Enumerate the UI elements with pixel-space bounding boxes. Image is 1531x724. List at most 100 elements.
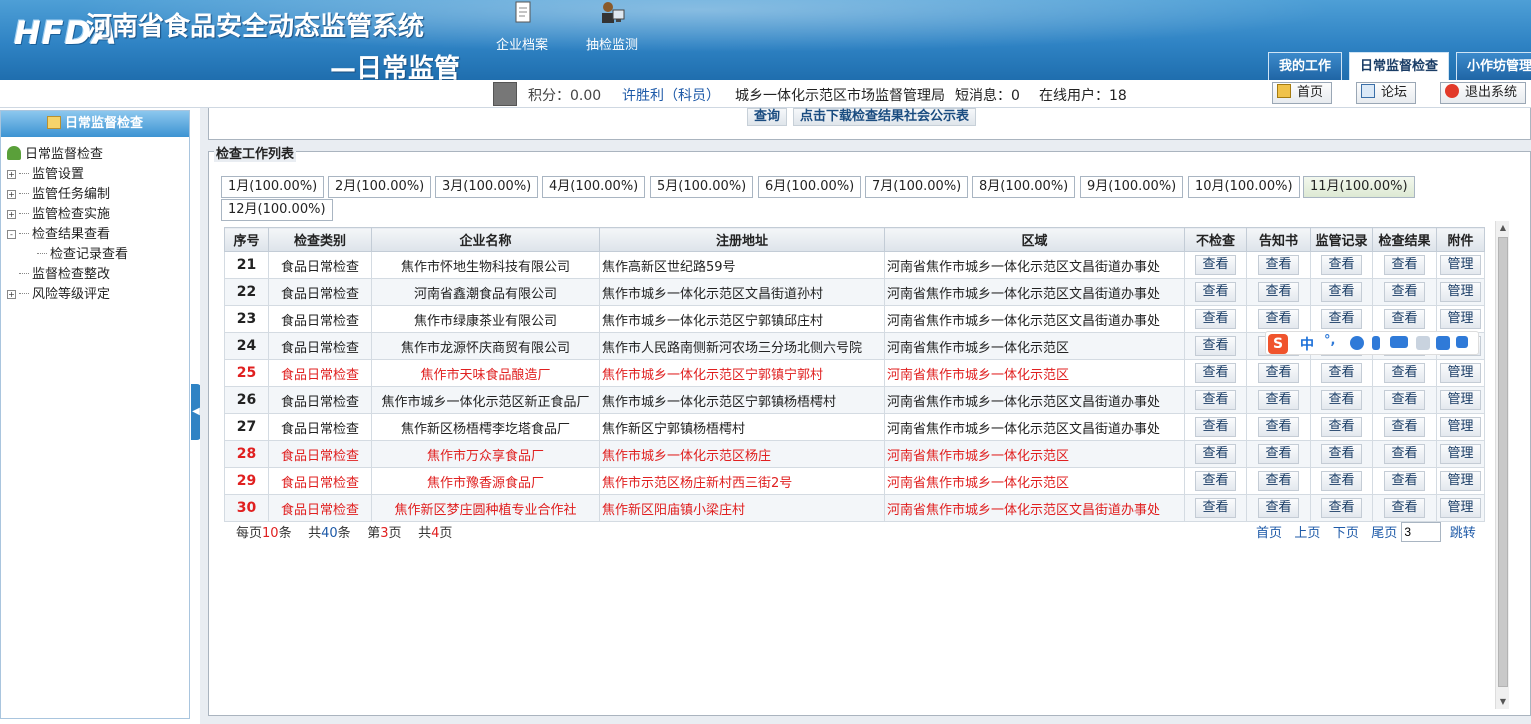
skip-view-button[interactable]: 查看 bbox=[1195, 336, 1236, 356]
ime-toolbar[interactable]: S 中 °, bbox=[1265, 331, 1479, 355]
skip-view-button[interactable]: 查看 bbox=[1195, 282, 1236, 302]
sidebar-item-risk-rating[interactable]: + 风险等级评定 bbox=[7, 285, 189, 305]
skip-view-button[interactable]: 查看 bbox=[1195, 255, 1236, 275]
scroll-up-icon[interactable]: ▲ bbox=[1496, 221, 1510, 235]
notice-view-button[interactable]: 查看 bbox=[1258, 417, 1299, 437]
tab-daily-inspection[interactable]: 日常监督检查 bbox=[1349, 52, 1450, 80]
expand-icon[interactable]: + bbox=[7, 190, 16, 199]
tab-month-11[interactable]: 11月(100.00%) bbox=[1303, 176, 1415, 198]
user-icon[interactable] bbox=[1416, 336, 1430, 350]
notice-view-button[interactable]: 查看 bbox=[1258, 363, 1299, 383]
tab-month-4[interactable]: 4月(100.00%) bbox=[542, 176, 646, 198]
scroll-down-icon[interactable]: ▼ bbox=[1496, 695, 1510, 709]
skip-view-button[interactable]: 查看 bbox=[1195, 390, 1236, 410]
punctuation-icon[interactable]: °, bbox=[1324, 334, 1338, 350]
next-page-link[interactable]: 下页 bbox=[1333, 526, 1359, 541]
tab-month-12[interactable]: 12月(100.00%) bbox=[221, 199, 333, 221]
tab-month-5[interactable]: 5月(100.00%) bbox=[650, 176, 754, 198]
tab-small-workshop[interactable]: 小作坊管理 bbox=[1456, 52, 1531, 80]
sidebar-item-supervision-settings[interactable]: + 监管设置 bbox=[7, 165, 189, 185]
tab-month-8[interactable]: 8月(100.00%) bbox=[972, 176, 1076, 198]
sidebar-item-inspection-implementation[interactable]: + 监管检查实施 bbox=[7, 205, 189, 225]
first-page-link[interactable]: 首页 bbox=[1256, 526, 1282, 541]
attachment-manage-button[interactable]: 管理 bbox=[1440, 417, 1481, 437]
goto-page-link[interactable]: 跳转 bbox=[1450, 526, 1476, 541]
tab-month-3[interactable]: 3月(100.00%) bbox=[435, 176, 539, 198]
tab-month-2[interactable]: 2月(100.00%) bbox=[328, 176, 432, 198]
notice-view-button[interactable]: 查看 bbox=[1258, 390, 1299, 410]
result-view-button[interactable]: 查看 bbox=[1384, 282, 1425, 302]
home-button[interactable]: 首页 bbox=[1272, 82, 1333, 104]
tab-month-10[interactable]: 10月(100.00%) bbox=[1188, 176, 1300, 198]
result-view-button[interactable]: 查看 bbox=[1384, 390, 1425, 410]
scrollbar-thumb[interactable] bbox=[1498, 237, 1508, 687]
forum-button[interactable]: 论坛 bbox=[1356, 82, 1417, 104]
attachment-manage-button[interactable]: 管理 bbox=[1440, 390, 1481, 410]
skip-view-button[interactable]: 查看 bbox=[1195, 363, 1236, 383]
expand-icon[interactable]: + bbox=[7, 290, 16, 299]
ime-language-toggle[interactable]: 中 bbox=[1300, 334, 1314, 354]
sidebar-item-result-view[interactable]: - 检查结果查看 bbox=[7, 225, 189, 245]
prev-page-link[interactable]: 上页 bbox=[1294, 526, 1320, 541]
result-view-button[interactable]: 查看 bbox=[1384, 498, 1425, 518]
emoji-icon[interactable] bbox=[1350, 336, 1364, 350]
sidebar-item-rectification[interactable]: 监督检查整改 bbox=[7, 265, 189, 285]
expand-icon[interactable]: + bbox=[7, 210, 16, 219]
keyboard-icon[interactable] bbox=[1390, 336, 1408, 348]
record-view-button[interactable]: 查看 bbox=[1321, 498, 1362, 518]
sidebar-item-task-planning[interactable]: + 监管任务编制 bbox=[7, 185, 189, 205]
notice-view-button[interactable]: 查看 bbox=[1258, 498, 1299, 518]
skip-view-button[interactable]: 查看 bbox=[1195, 309, 1236, 329]
user-name[interactable]: 许胜利（科员） bbox=[622, 85, 720, 105]
collapse-icon[interactable]: - bbox=[7, 230, 16, 239]
notice-view-button[interactable]: 查看 bbox=[1258, 309, 1299, 329]
attachment-manage-button[interactable]: 管理 bbox=[1440, 471, 1481, 491]
last-page-link[interactable]: 尾页 bbox=[1371, 526, 1397, 541]
result-view-button[interactable]: 查看 bbox=[1384, 471, 1425, 491]
sogou-logo-icon[interactable]: S bbox=[1268, 334, 1288, 354]
result-view-button[interactable]: 查看 bbox=[1384, 309, 1425, 329]
record-view-button[interactable]: 查看 bbox=[1321, 390, 1362, 410]
skip-view-button[interactable]: 查看 bbox=[1195, 444, 1236, 464]
sidebar-item-record-view[interactable]: 检查记录查看 bbox=[7, 245, 189, 265]
tab-month-7[interactable]: 7月(100.00%) bbox=[865, 176, 969, 198]
attachment-manage-button[interactable]: 管理 bbox=[1440, 282, 1481, 302]
tab-my-work[interactable]: 我的工作 bbox=[1268, 52, 1343, 80]
attachment-manage-button[interactable]: 管理 bbox=[1440, 498, 1481, 518]
skip-view-button[interactable]: 查看 bbox=[1195, 471, 1236, 491]
skip-view-button[interactable]: 查看 bbox=[1195, 417, 1236, 437]
record-view-button[interactable]: 查看 bbox=[1321, 471, 1362, 491]
skip-view-button[interactable]: 查看 bbox=[1195, 498, 1236, 518]
notice-view-button[interactable]: 查看 bbox=[1258, 282, 1299, 302]
vertical-scrollbar[interactable]: ▲ ▼ bbox=[1495, 221, 1509, 709]
attachment-manage-button[interactable]: 管理 bbox=[1440, 309, 1481, 329]
record-view-button[interactable]: 查看 bbox=[1321, 417, 1362, 437]
tab-month-1[interactable]: 1月(100.00%) bbox=[221, 176, 325, 198]
nav-sampling-monitoring[interactable]: 抽检监测 bbox=[572, 0, 652, 53]
logout-button[interactable]: 退出系统 bbox=[1440, 82, 1527, 104]
record-view-button[interactable]: 查看 bbox=[1321, 444, 1362, 464]
result-view-button[interactable]: 查看 bbox=[1384, 417, 1425, 437]
record-view-button[interactable]: 查看 bbox=[1321, 309, 1362, 329]
notice-view-button[interactable]: 查看 bbox=[1258, 255, 1299, 275]
notice-view-button[interactable]: 查看 bbox=[1258, 444, 1299, 464]
expand-icon[interactable]: + bbox=[7, 170, 16, 179]
tab-month-9[interactable]: 9月(100.00%) bbox=[1080, 176, 1184, 198]
record-view-button[interactable]: 查看 bbox=[1321, 363, 1362, 383]
result-view-button[interactable]: 查看 bbox=[1384, 444, 1425, 464]
nav-enterprise-archive[interactable]: 企业档案 bbox=[482, 0, 562, 53]
result-view-button[interactable]: 查看 bbox=[1384, 363, 1425, 383]
microphone-icon[interactable] bbox=[1372, 336, 1380, 350]
query-button[interactable]: 查询 bbox=[747, 108, 788, 126]
attachment-manage-button[interactable]: 管理 bbox=[1440, 444, 1481, 464]
toolbox-grid-icon[interactable] bbox=[1456, 336, 1468, 348]
goto-page-input[interactable] bbox=[1401, 522, 1442, 542]
download-public-notice-button[interactable]: 点击下载检查结果社会公示表 bbox=[793, 108, 977, 126]
notice-view-button[interactable]: 查看 bbox=[1258, 471, 1299, 491]
attachment-manage-button[interactable]: 管理 bbox=[1440, 363, 1481, 383]
attachment-manage-button[interactable]: 管理 bbox=[1440, 255, 1481, 275]
tree-root[interactable]: 日常监督检查 bbox=[7, 145, 189, 165]
result-view-button[interactable]: 查看 bbox=[1384, 255, 1425, 275]
record-view-button[interactable]: 查看 bbox=[1321, 282, 1362, 302]
tab-month-6[interactable]: 6月(100.00%) bbox=[758, 176, 862, 198]
